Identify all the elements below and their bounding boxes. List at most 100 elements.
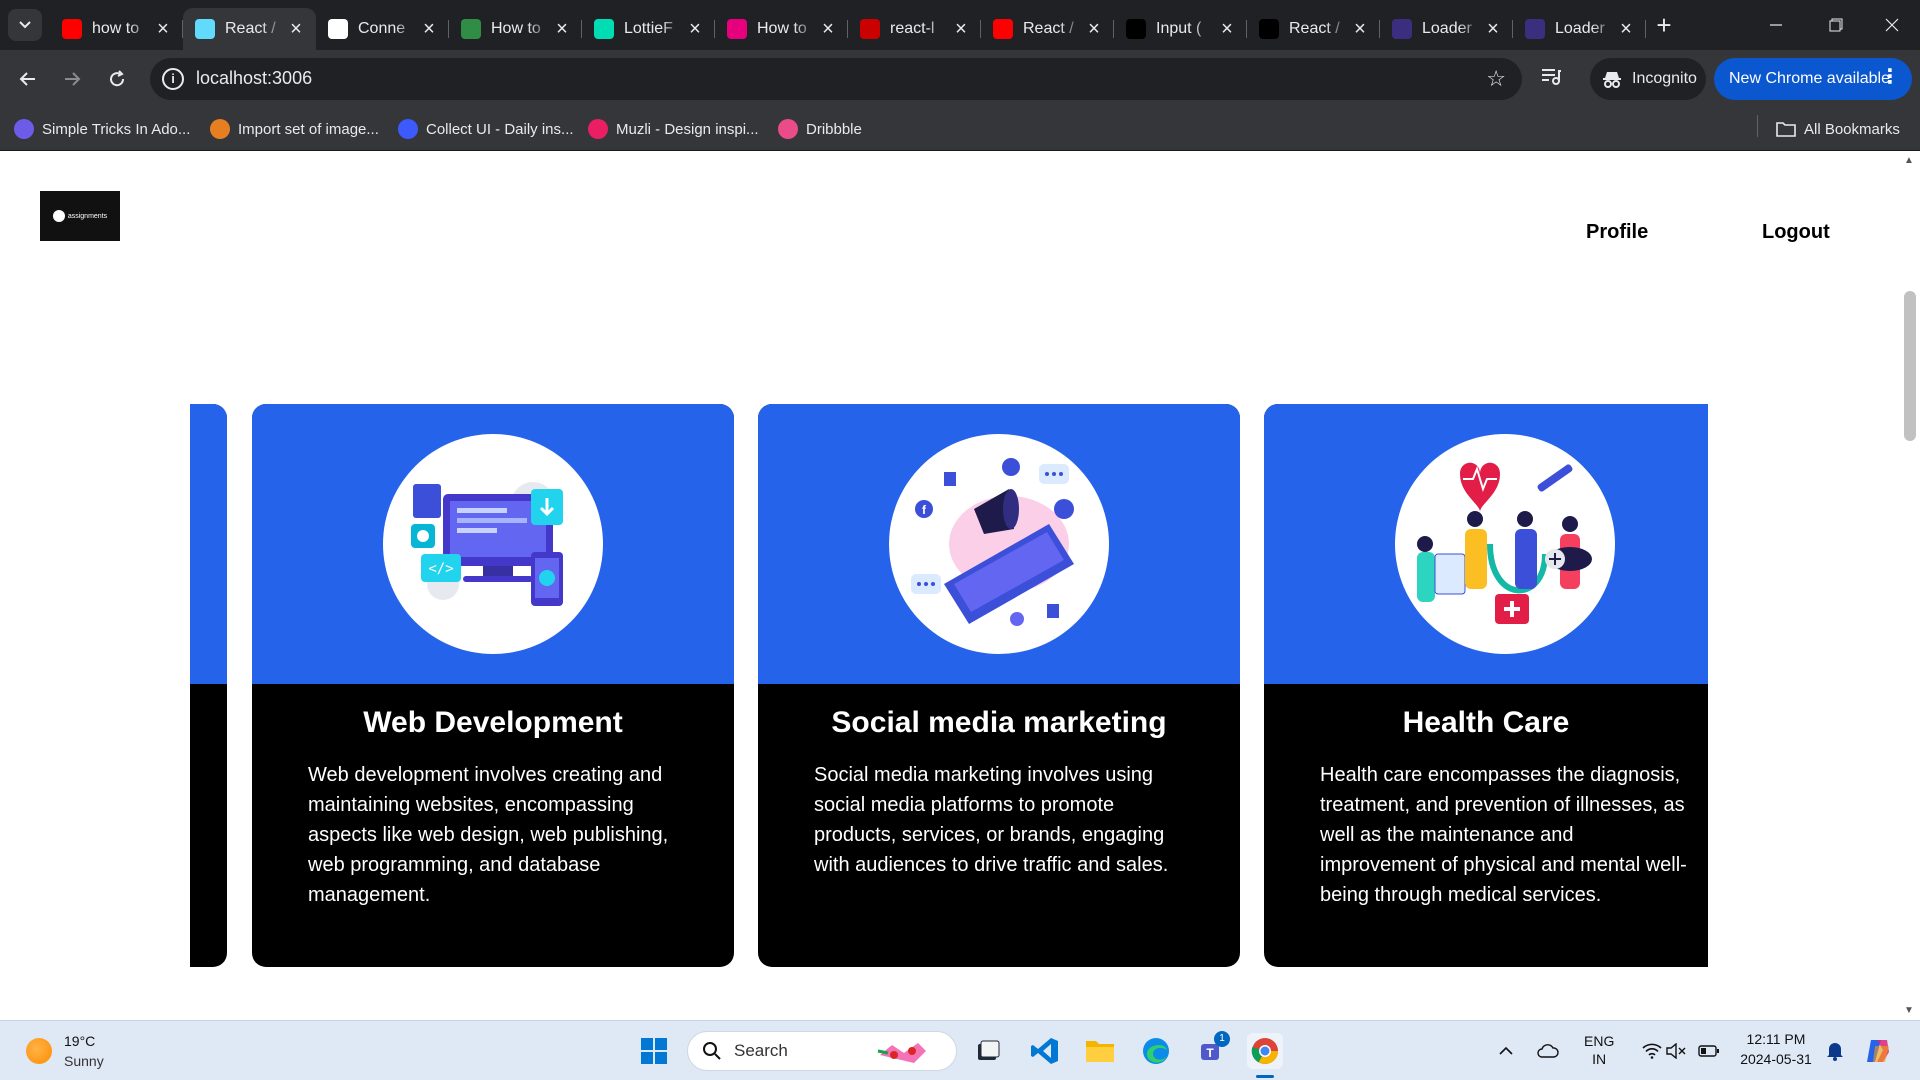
close-tab-icon[interactable]: ×: [951, 19, 971, 39]
taskbar-search[interactable]: Search: [687, 1031, 957, 1071]
system-clock[interactable]: 12:11 PM 2024-05-31: [1736, 1031, 1816, 1067]
address-bar[interactable]: i localhost:3006 ☆: [150, 58, 1522, 100]
active-app-indicator: [1256, 1075, 1274, 1078]
close-tab-icon[interactable]: ×: [1084, 19, 1104, 39]
weather-sun-icon[interactable]: [26, 1038, 52, 1064]
notifications-button[interactable]: [1822, 1033, 1848, 1069]
bookmark-star-icon[interactable]: ☆: [1486, 66, 1506, 92]
browser-tab[interactable]: react-l ×: [848, 8, 981, 50]
browser-tab[interactable]: React / ×: [1247, 8, 1380, 50]
close-icon: [1885, 18, 1899, 32]
browser-tab[interactable]: Loader ×: [1380, 8, 1513, 50]
tab-search-button[interactable]: [8, 9, 42, 41]
weather-condition[interactable]: Sunny: [64, 1053, 104, 1069]
service-card-web-development[interactable]: </> Web Development Web development invo…: [252, 404, 734, 967]
restore-icon: [1829, 18, 1843, 32]
nav-profile-link[interactable]: Profile: [1586, 221, 1648, 244]
service-card-social-media[interactable]: f Social media marketing Social media ma…: [758, 404, 1240, 967]
language-indicator[interactable]: ENG IN: [1584, 1033, 1614, 1067]
volume-button[interactable]: [1664, 1033, 1688, 1069]
bookmark-label: Import set of image...: [238, 120, 379, 138]
close-tab-icon[interactable]: ×: [1217, 19, 1237, 39]
file-explorer-button[interactable]: [1082, 1033, 1118, 1069]
url-text[interactable]: localhost:3006: [196, 68, 312, 89]
edge-browser-button[interactable]: [1138, 1033, 1174, 1069]
close-tab-icon[interactable]: ×: [286, 19, 306, 39]
folder-icon: [1086, 1041, 1114, 1062]
wifi-button[interactable]: [1640, 1033, 1664, 1069]
show-hidden-icons-button[interactable]: [1494, 1033, 1518, 1069]
page-scrollbar[interactable]: ▲ ▼: [1900, 151, 1920, 1020]
browser-tab[interactable]: how to ×: [50, 8, 183, 50]
windows-start-button[interactable]: [636, 1033, 672, 1069]
vscode-taskbar-button[interactable]: [1027, 1033, 1063, 1069]
update-label: New Chrome available: [1729, 70, 1890, 87]
bookmark-item[interactable]: Import set of image...: [210, 117, 379, 141]
clock-date: 2024-05-31: [1740, 1051, 1812, 1067]
volume-muted-icon: [1666, 1043, 1686, 1059]
all-bookmarks-button[interactable]: All Bookmarks: [1776, 117, 1900, 141]
teams-button[interactable]: T 1: [1194, 1031, 1230, 1069]
npm-icon: [860, 19, 880, 39]
kebab-menu-icon[interactable]: ⋮: [1880, 67, 1900, 87]
uiverse-icon: [1525, 19, 1545, 39]
close-tab-icon[interactable]: ×: [818, 19, 838, 39]
incognito-indicator[interactable]: Incognito: [1590, 58, 1706, 100]
service-card-health-care[interactable]: Health Care Health care encompasses the …: [1264, 404, 1708, 967]
close-window-button[interactable]: [1862, 0, 1920, 50]
close-tab-icon[interactable]: ×: [1350, 19, 1370, 39]
battery-button[interactable]: [1696, 1033, 1722, 1069]
back-button[interactable]: [12, 63, 44, 95]
battery-icon: [1698, 1045, 1719, 1057]
scroll-down-arrow-icon[interactable]: ▼: [1904, 1005, 1914, 1016]
close-tab-icon[interactable]: ×: [685, 19, 705, 39]
social-media-illustration: f: [889, 434, 1109, 654]
bookmark-item[interactable]: Collect UI - Daily ins...: [398, 117, 574, 141]
bookmark-item[interactable]: Dribbble: [778, 117, 862, 141]
browser-tab[interactable]: Input (×: [1114, 8, 1247, 50]
bookmark-favicon-3: [398, 119, 418, 139]
openai-icon: [328, 19, 348, 39]
cloud-icon: [1537, 1044, 1559, 1058]
browser-tab[interactable]: LottieF ×: [582, 8, 715, 50]
onedrive-status-button[interactable]: [1534, 1033, 1562, 1069]
close-tab-icon[interactable]: ×: [552, 19, 572, 39]
nav-logout-link[interactable]: Logout: [1762, 221, 1830, 244]
close-tab-icon[interactable]: ×: [419, 19, 439, 39]
scroll-up-arrow-icon[interactable]: ▲: [1904, 155, 1914, 166]
task-view-button[interactable]: [970, 1033, 1006, 1069]
reload-button[interactable]: [101, 63, 133, 95]
bookmark-item[interactable]: Muzli - Design inspi...: [588, 117, 759, 141]
browser-tab[interactable]: Loader ×: [1513, 8, 1646, 50]
forward-button[interactable]: [56, 63, 88, 95]
browser-tab[interactable]: Conne ×: [316, 8, 449, 50]
weather-temperature[interactable]: 19°C: [64, 1033, 95, 1049]
browser-tab[interactable]: React / ×: [981, 8, 1114, 50]
card-description: Social media marketing involves using so…: [814, 764, 1169, 876]
uiverse-icon: [1392, 19, 1412, 39]
site-logo[interactable]: assignments: [40, 191, 120, 241]
carousel-card-partial: [190, 404, 227, 967]
media-controls-icon[interactable]: [1540, 65, 1562, 92]
new-tab-button[interactable]: +: [1650, 12, 1678, 40]
restore-button[interactable]: [1806, 0, 1866, 50]
scrollbar-thumb[interactable]: [1904, 291, 1916, 441]
minimize-button[interactable]: [1746, 0, 1806, 50]
close-tab-icon[interactable]: ×: [1616, 19, 1636, 39]
browser-tab[interactable]: How to ×: [715, 8, 848, 50]
tab-strip: how to × React / × Conne × How to × LottieF × How …: [0, 0, 1920, 50]
close-tab-icon[interactable]: ×: [153, 19, 173, 39]
chrome-taskbar-button[interactable]: [1247, 1033, 1283, 1069]
incognito-icon: [1603, 72, 1621, 88]
tab-list: how to × React / × Conne × How to × LottieF × How …: [50, 8, 1646, 50]
card-title: Social media marketing: [831, 706, 1167, 739]
card-description: Health care encompasses the diagnosis, t…: [1320, 764, 1687, 906]
copilot-button[interactable]: [1860, 1033, 1896, 1069]
bookmark-item[interactable]: Simple Tricks In Ado...: [14, 117, 190, 141]
browser-tab[interactable]: How to ×: [449, 8, 582, 50]
browser-tab[interactable]: React / ×: [183, 8, 316, 50]
close-tab-icon[interactable]: ×: [1483, 19, 1503, 39]
update-chrome-button[interactable]: New Chrome available ⋮: [1714, 58, 1912, 100]
folder-icon: [1776, 122, 1796, 137]
site-info-icon[interactable]: i: [162, 68, 184, 90]
